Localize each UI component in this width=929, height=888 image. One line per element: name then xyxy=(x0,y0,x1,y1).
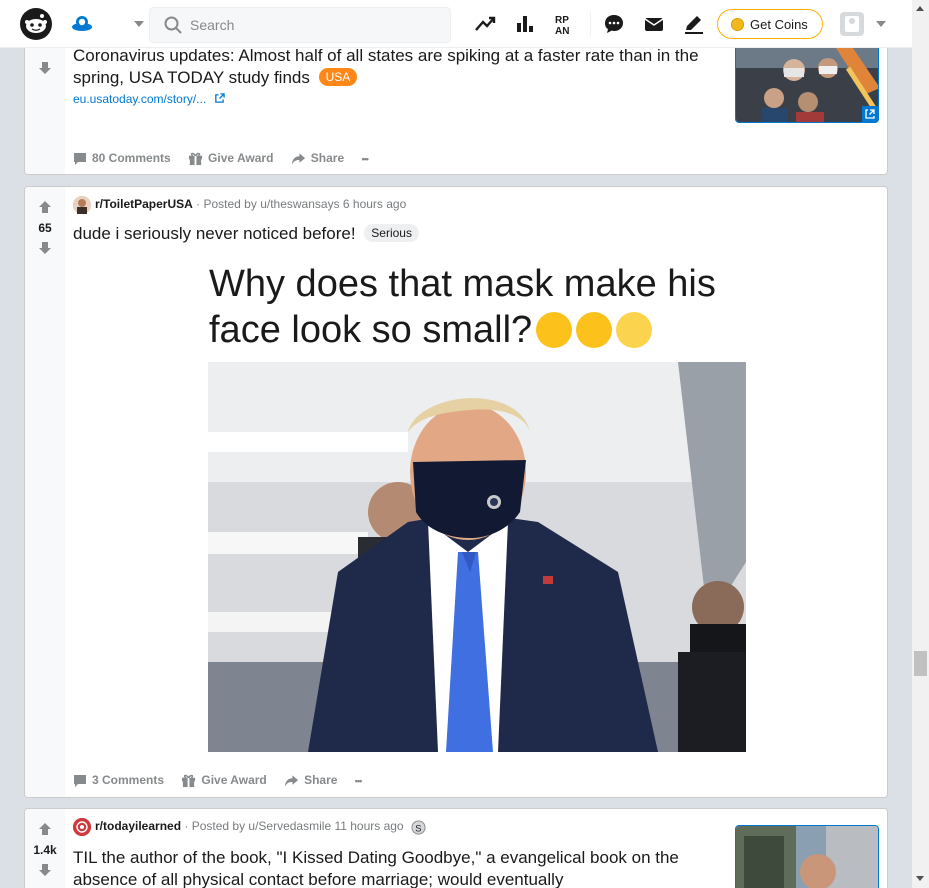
subreddit-link[interactable]: r/ToiletPaperUSA xyxy=(95,197,193,211)
share-button[interactable]: Share xyxy=(284,773,337,788)
laughing-emoji-icon xyxy=(576,312,613,348)
share-icon xyxy=(285,775,299,787)
share-button[interactable]: Share xyxy=(291,151,344,166)
post-title-text: TIL the author of the book, "I Kissed Da… xyxy=(73,848,679,888)
get-coins-button[interactable]: Get Coins xyxy=(717,9,823,39)
post-title-text: dude i seriously never noticed before! xyxy=(73,224,356,243)
downvote-icon[interactable] xyxy=(38,241,52,255)
posted-by: · Posted by u/Servedasmile 11 hours ago xyxy=(184,819,404,834)
comments-count: 80 Comments xyxy=(92,151,171,166)
give-award-label: Give Award xyxy=(208,151,274,166)
downvote-icon[interactable] xyxy=(38,61,52,75)
gift-icon xyxy=(182,775,196,788)
svg-text:S: S xyxy=(415,823,421,833)
scrollbar-thumb[interactable] xyxy=(914,651,927,676)
downvote-icon[interactable] xyxy=(38,863,52,877)
vote-score: 1.4k xyxy=(33,843,57,857)
rpan-icon[interactable]: RP AN xyxy=(553,12,577,37)
give-award-button[interactable]: Give Award xyxy=(181,773,267,788)
svg-text:AN: AN xyxy=(555,26,569,36)
comments-count: 3 Comments xyxy=(92,773,165,788)
search-bar[interactable] xyxy=(149,7,451,43)
post-title[interactable]: Coronavirus updates: Almost half of all … xyxy=(73,45,723,89)
page-scrollbar[interactable] xyxy=(912,0,929,888)
top-bar: RPAN Get Coins xyxy=(0,0,912,48)
search-input[interactable] xyxy=(190,8,440,42)
avatar[interactable] xyxy=(840,12,864,36)
user-menu-chevron-icon[interactable] xyxy=(876,21,886,27)
post-card[interactable]: Coronavirus updates: Almost half of all … xyxy=(24,30,888,175)
reddit-logo-icon[interactable] xyxy=(20,8,52,40)
give-award-button[interactable]: Give Award xyxy=(188,151,273,166)
get-coins-label: Get Coins xyxy=(750,17,808,32)
post-card[interactable]: 1.4k r/todayilearned · Posted by u/Serve… xyxy=(24,808,888,888)
trending-icon[interactable] xyxy=(474,12,498,36)
scroll-up-icon[interactable] xyxy=(916,6,924,11)
post-title[interactable]: dude i seriously never noticed before! S… xyxy=(73,223,419,245)
post-meta: r/ToiletPaperUSA · Posted by u/theswansa… xyxy=(73,196,406,214)
vote-column: 65 xyxy=(25,187,65,797)
post-title[interactable]: TIL the author of the book, "I Kissed Da… xyxy=(73,847,723,888)
comments-button[interactable]: 3 Comments xyxy=(73,773,164,788)
post-flair[interactable]: USA xyxy=(318,68,358,86)
upvote-icon[interactable] xyxy=(38,200,52,214)
svg-text:RP: RP xyxy=(555,15,569,26)
pencil-icon[interactable] xyxy=(682,12,706,36)
subreddit-link[interactable]: r/todayilearned xyxy=(95,819,181,833)
post-image[interactable] xyxy=(208,362,746,752)
coin-icon xyxy=(731,18,744,31)
chevron-down-icon[interactable] xyxy=(134,21,144,27)
more-options-button[interactable]: ••• xyxy=(361,154,369,164)
share-label: Share xyxy=(310,151,345,166)
comment-icon xyxy=(74,775,86,788)
home-icon[interactable] xyxy=(70,12,94,36)
stats-icon[interactable] xyxy=(513,12,537,36)
post-meta: r/todayilearned · Posted by u/Servedasmi… xyxy=(73,818,426,836)
vote-column: 1.4k xyxy=(25,809,65,888)
scroll-down-icon[interactable] xyxy=(916,876,924,881)
post-actions: 80 Comments Give Award Share ••• xyxy=(73,151,382,166)
post-card[interactable]: 65 r/ToiletPaperUSA · Posted by u/theswa… xyxy=(24,186,888,798)
chat-icon[interactable] xyxy=(602,12,626,36)
share-label: Share xyxy=(304,773,338,788)
vote-column xyxy=(25,31,65,174)
meme-caption: Why does that mask make his face look so… xyxy=(209,261,749,353)
gift-icon xyxy=(188,153,203,166)
mail-icon[interactable] xyxy=(642,12,666,36)
upvote-icon[interactable] xyxy=(38,822,52,836)
more-options-button[interactable]: ••• xyxy=(355,776,363,786)
award-icon: S xyxy=(411,819,426,835)
share-icon xyxy=(291,153,305,165)
comment-icon xyxy=(74,153,86,166)
thinking-emoji-icon xyxy=(536,312,573,348)
toolbar-divider xyxy=(590,12,591,36)
give-award-label: Give Award xyxy=(201,773,267,788)
search-icon xyxy=(164,16,182,34)
mask-emoji-icon xyxy=(616,312,653,348)
post-flair[interactable]: Serious xyxy=(364,224,419,242)
post-title-text: Coronavirus updates: Almost half of all … xyxy=(73,46,699,87)
subreddit-avatar[interactable] xyxy=(73,818,91,836)
post-link-text: eu.usatoday.com/story/... xyxy=(73,92,207,106)
posted-by: · Posted by u/theswansays 6 hours ago xyxy=(196,197,407,212)
external-link-icon xyxy=(214,93,225,103)
post-actions: 3 Comments Give Award Share ••• xyxy=(73,773,375,788)
vote-score: 65 xyxy=(38,221,52,235)
post-thumbnail[interactable] xyxy=(735,825,879,888)
subreddit-avatar[interactable] xyxy=(73,196,91,214)
post-link[interactable]: eu.usatoday.com/story/... xyxy=(73,92,225,106)
comments-button[interactable]: 80 Comments xyxy=(73,151,171,166)
external-link-badge-icon xyxy=(862,106,878,122)
